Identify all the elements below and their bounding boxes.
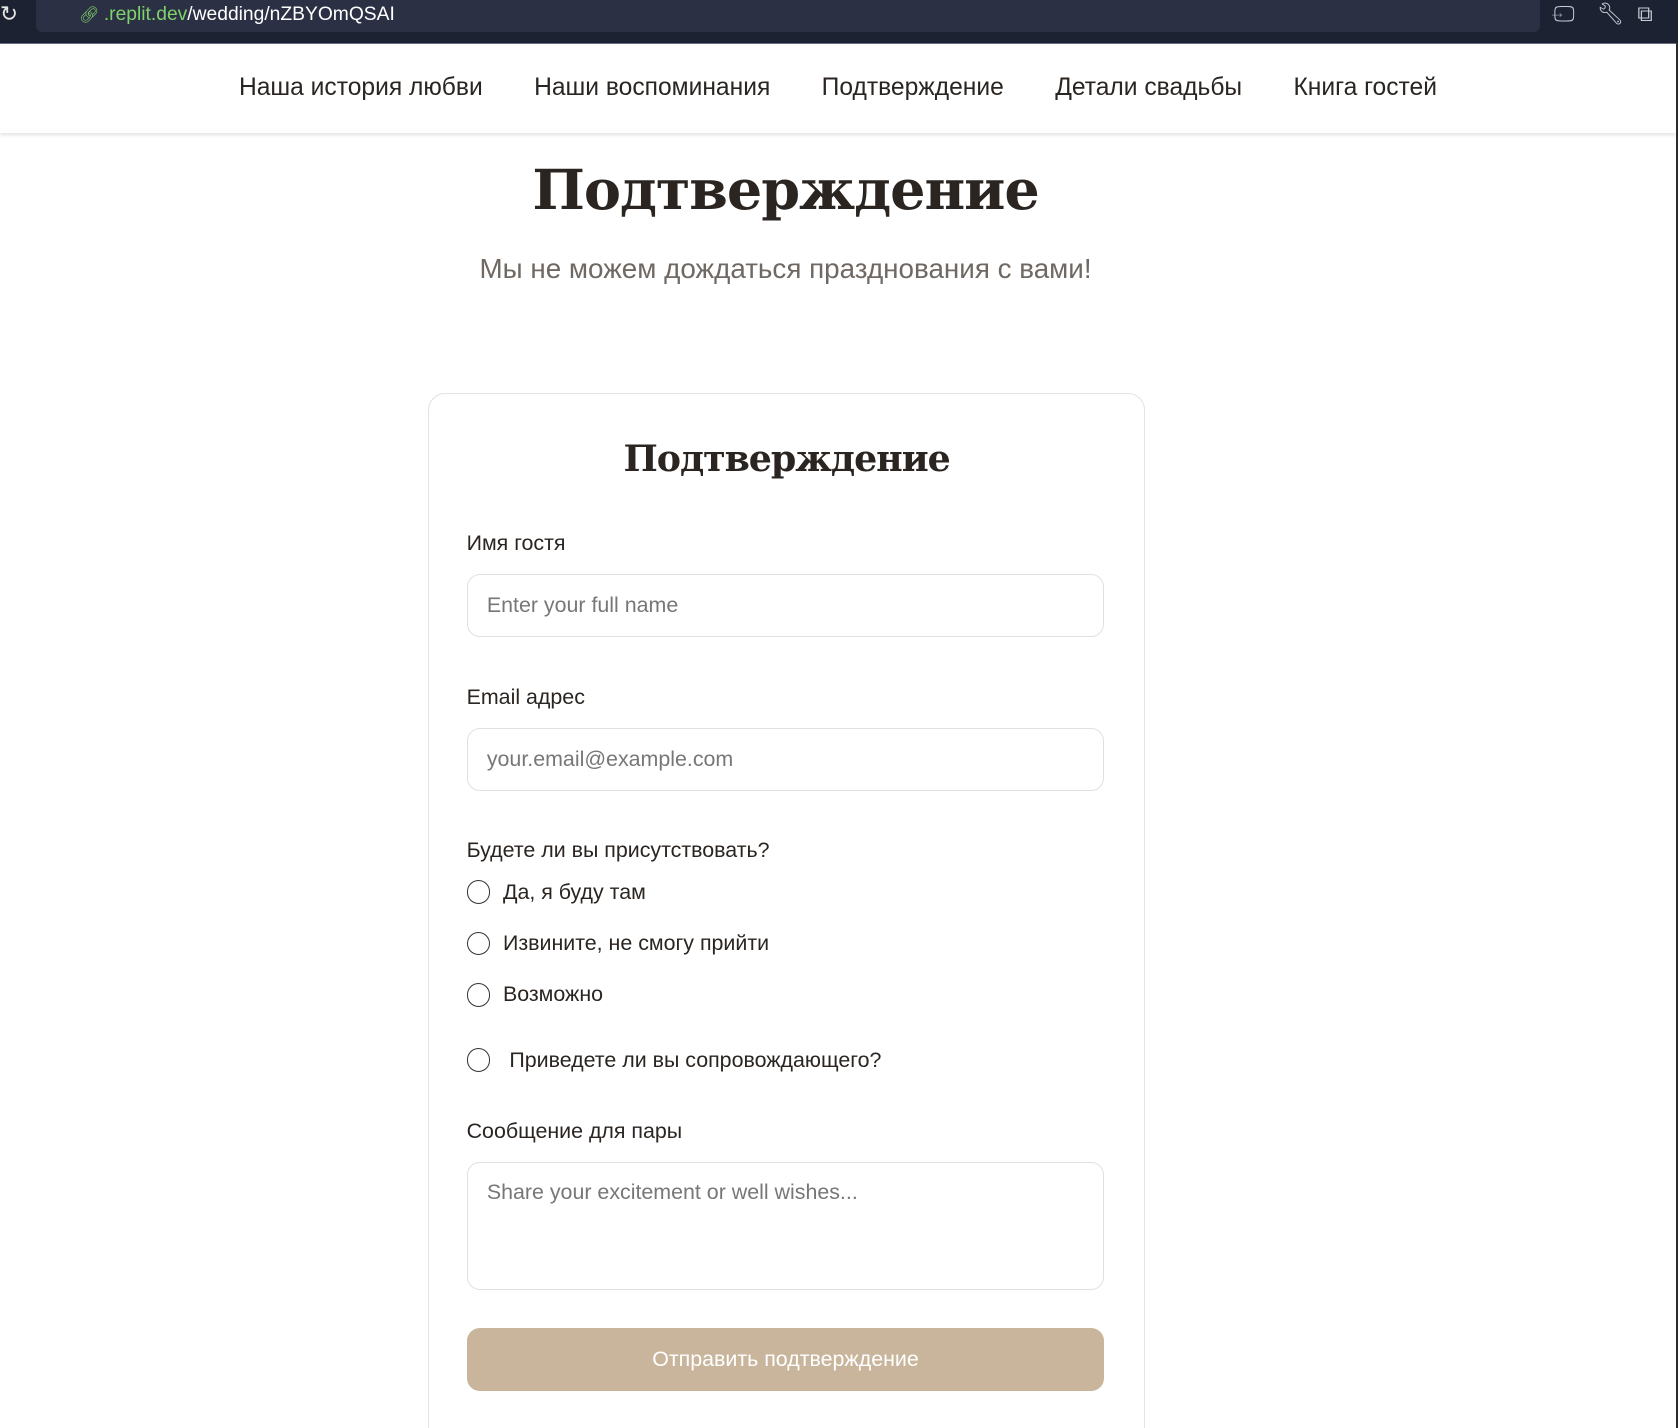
nav-wedding-details[interactable]: Детали свадьбы [1055, 74, 1242, 102]
message-label: Сообщение для пары [466, 1119, 683, 1144]
attendance-label: Будете ли вы присутствовать? [466, 837, 770, 862]
email-input[interactable]: your.email@example.com [466, 727, 1105, 791]
url-path: /wedding/nZBYOmQSAI [187, 4, 395, 26]
radio-no[interactable]: Извините, не смогу прийти [466, 931, 770, 956]
nav-guestbook[interactable]: Книга гостей [1293, 74, 1437, 102]
reload-icon[interactable]: ↻ [0, 2, 18, 27]
name-label: Имя гостя [466, 530, 566, 555]
form-title: Подтверждение [623, 436, 950, 480]
address-bar[interactable]: 🔗︎ .replit.dev/wedding/nZBYOmQSAI → [36, 0, 1566, 33]
nav-love-story[interactable]: Наша история любви [239, 74, 483, 102]
wrench-icon[interactable]: 🔧︎ [1597, 2, 1624, 27]
main-nav: Наша история любви Наши воспоминания Под… [0, 43, 1676, 133]
radio-circle-icon[interactable] [466, 931, 491, 956]
name-input[interactable]: Enter your full name [466, 573, 1105, 637]
monitor-icon[interactable]: 🖵 [1554, 2, 1575, 27]
radio-no-label: Извините, не смогу прийти [502, 931, 770, 956]
email-label: Email адрес [466, 684, 585, 709]
message-textarea[interactable]: Share your excitement or well wishes... [466, 1162, 1105, 1290]
radio-maybe[interactable]: Возможно [466, 982, 604, 1007]
radio-yes[interactable]: Да, я буду там [466, 879, 646, 905]
radio-circle-icon[interactable] [466, 1048, 491, 1072]
page-subtitle: Мы не можем дождаться празднования с вам… [479, 252, 1092, 284]
radio-circle-icon[interactable] [466, 983, 491, 1007]
radio-circle-icon[interactable] [466, 880, 491, 904]
external-link-icon[interactable]: ⧉ [1637, 2, 1652, 27]
nav-rsvp[interactable]: Подтверждение [822, 74, 1004, 102]
radio-maybe-label: Возможно [502, 982, 604, 1007]
url-host: .replit.dev [103, 4, 188, 26]
nav-memories[interactable]: Наши воспоминания [534, 74, 770, 102]
submit-rsvp-button[interactable]: Отправить подтверждение [466, 1328, 1105, 1392]
browser-toolbar: ↻ 🔗︎ .replit.dev/wedding/nZBYOmQSAI → 🖵 🔧… [0, 0, 1678, 44]
plus-one-label: Приведете ли вы сопровождающего? [509, 1047, 882, 1072]
plus-one-toggle[interactable]: Приведете ли вы сопровождающего? [466, 1047, 882, 1073]
radio-yes-label: Да, я буду там [502, 879, 646, 904]
link-icon: 🔗︎ [79, 6, 100, 25]
page-title: Подтверждение [532, 158, 1039, 224]
